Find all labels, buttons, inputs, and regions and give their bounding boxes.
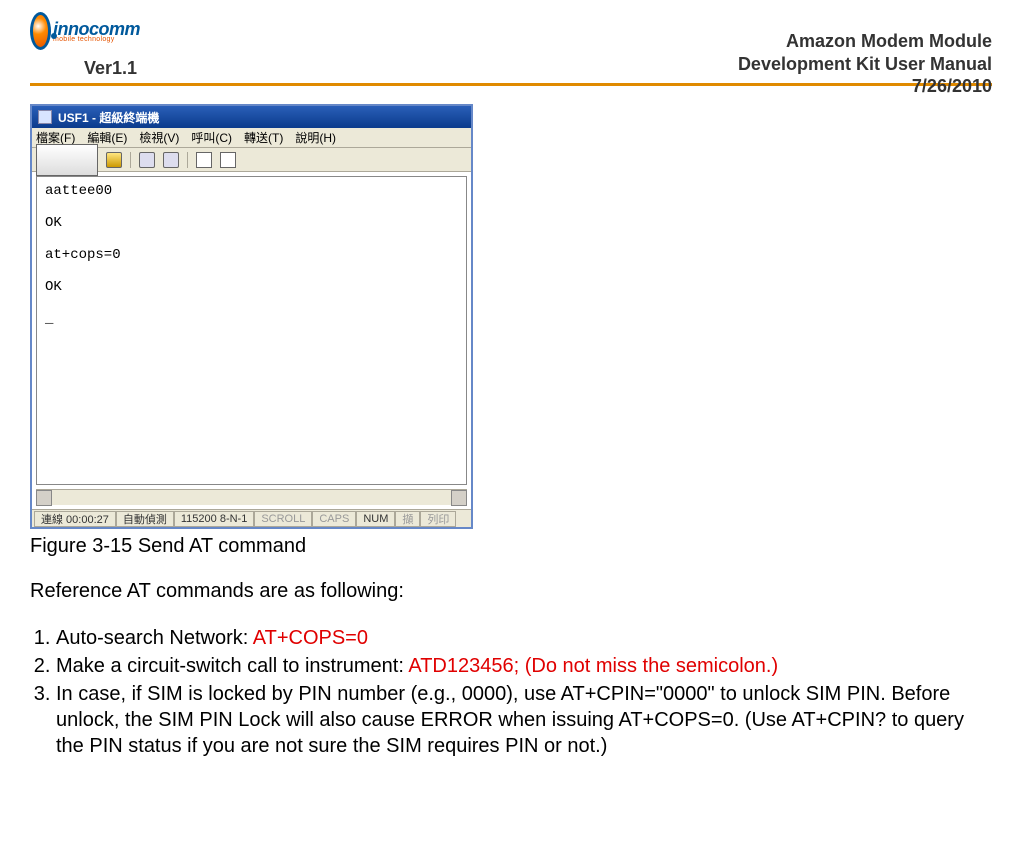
item3-text: In case, if SIM is locked by PIN number … <box>56 683 964 757</box>
toolbar-separator <box>130 152 131 168</box>
list-item: Make a circuit-switch call to instrument… <box>56 653 992 679</box>
menu-view[interactable]: 檢視(V) <box>139 129 179 146</box>
list-item: In case, if SIM is locked by PIN number … <box>56 681 992 759</box>
status-capture: 擷 <box>395 511 420 527</box>
disconnect-icon[interactable] <box>163 152 179 168</box>
send-icon[interactable] <box>196 152 212 168</box>
version-label: Ver1.1 <box>84 58 140 79</box>
item2-command: ATD123456; (Do not miss the semicolon.) <box>408 655 778 677</box>
logo-icon <box>30 12 51 50</box>
new-icon[interactable] <box>36 144 98 176</box>
status-autodetect: 自動偵測 <box>116 511 174 527</box>
item1-command: AT+COPS=0 <box>253 627 368 649</box>
toolbar-separator <box>187 152 188 168</box>
doc-title-2: Development Kit User Manual <box>738 53 992 76</box>
status-num: NUM <box>356 511 395 527</box>
hyperterminal-window: USF1 - 超級終端機 檔案(F) 編輯(E) 檢視(V) 呼叫(C) 轉送(… <box>30 104 473 529</box>
status-baud: 115200 8-N-1 <box>174 511 254 527</box>
app-icon <box>38 110 52 124</box>
document-page: innocomm mobile technology Ver1.1 Amazon… <box>0 0 1022 781</box>
window-title: USF1 - 超級終端機 <box>58 109 159 126</box>
doc-title-1: Amazon Modem Module <box>738 30 992 53</box>
connect-icon[interactable] <box>139 152 155 168</box>
menu-transfer[interactable]: 轉送(T) <box>244 129 283 146</box>
status-print: 列印 <box>420 511 456 527</box>
status-scroll: SCROLL <box>254 511 312 527</box>
open-icon[interactable] <box>106 152 122 168</box>
item1-text: Auto-search Network: <box>56 627 253 649</box>
item2-text: Make a circuit-switch call to instrument… <box>56 655 408 677</box>
terminal-output[interactable]: aattee00 OK at+cops=0 OK _ <box>36 176 467 485</box>
status-connection: 連線 00:00:27 <box>34 511 116 527</box>
figure-caption: Figure 3-15 Send AT command <box>30 535 992 558</box>
menu-help[interactable]: 說明(H) <box>295 129 336 146</box>
toolbar <box>32 148 471 172</box>
window-titlebar: USF1 - 超級終端機 <box>32 106 471 128</box>
at-command-list: Auto-search Network: AT+COPS=0 Make a ci… <box>30 625 992 759</box>
status-bar: 連線 00:00:27 自動偵測 115200 8-N-1 SCROLL CAP… <box>32 509 471 527</box>
menu-call[interactable]: 呼叫(C) <box>191 129 232 146</box>
list-item: Auto-search Network: AT+COPS=0 <box>56 625 992 651</box>
logo: innocomm mobile technology Ver1.1 <box>30 10 140 79</box>
status-caps: CAPS <box>312 511 356 527</box>
horizontal-scrollbar[interactable] <box>36 489 467 505</box>
header-right: Amazon Modem Module Development Kit User… <box>738 30 992 98</box>
properties-icon[interactable] <box>220 152 236 168</box>
reference-intro: Reference AT commands are as following: <box>30 580 992 603</box>
doc-date: 7/26/2010 <box>738 75 992 98</box>
